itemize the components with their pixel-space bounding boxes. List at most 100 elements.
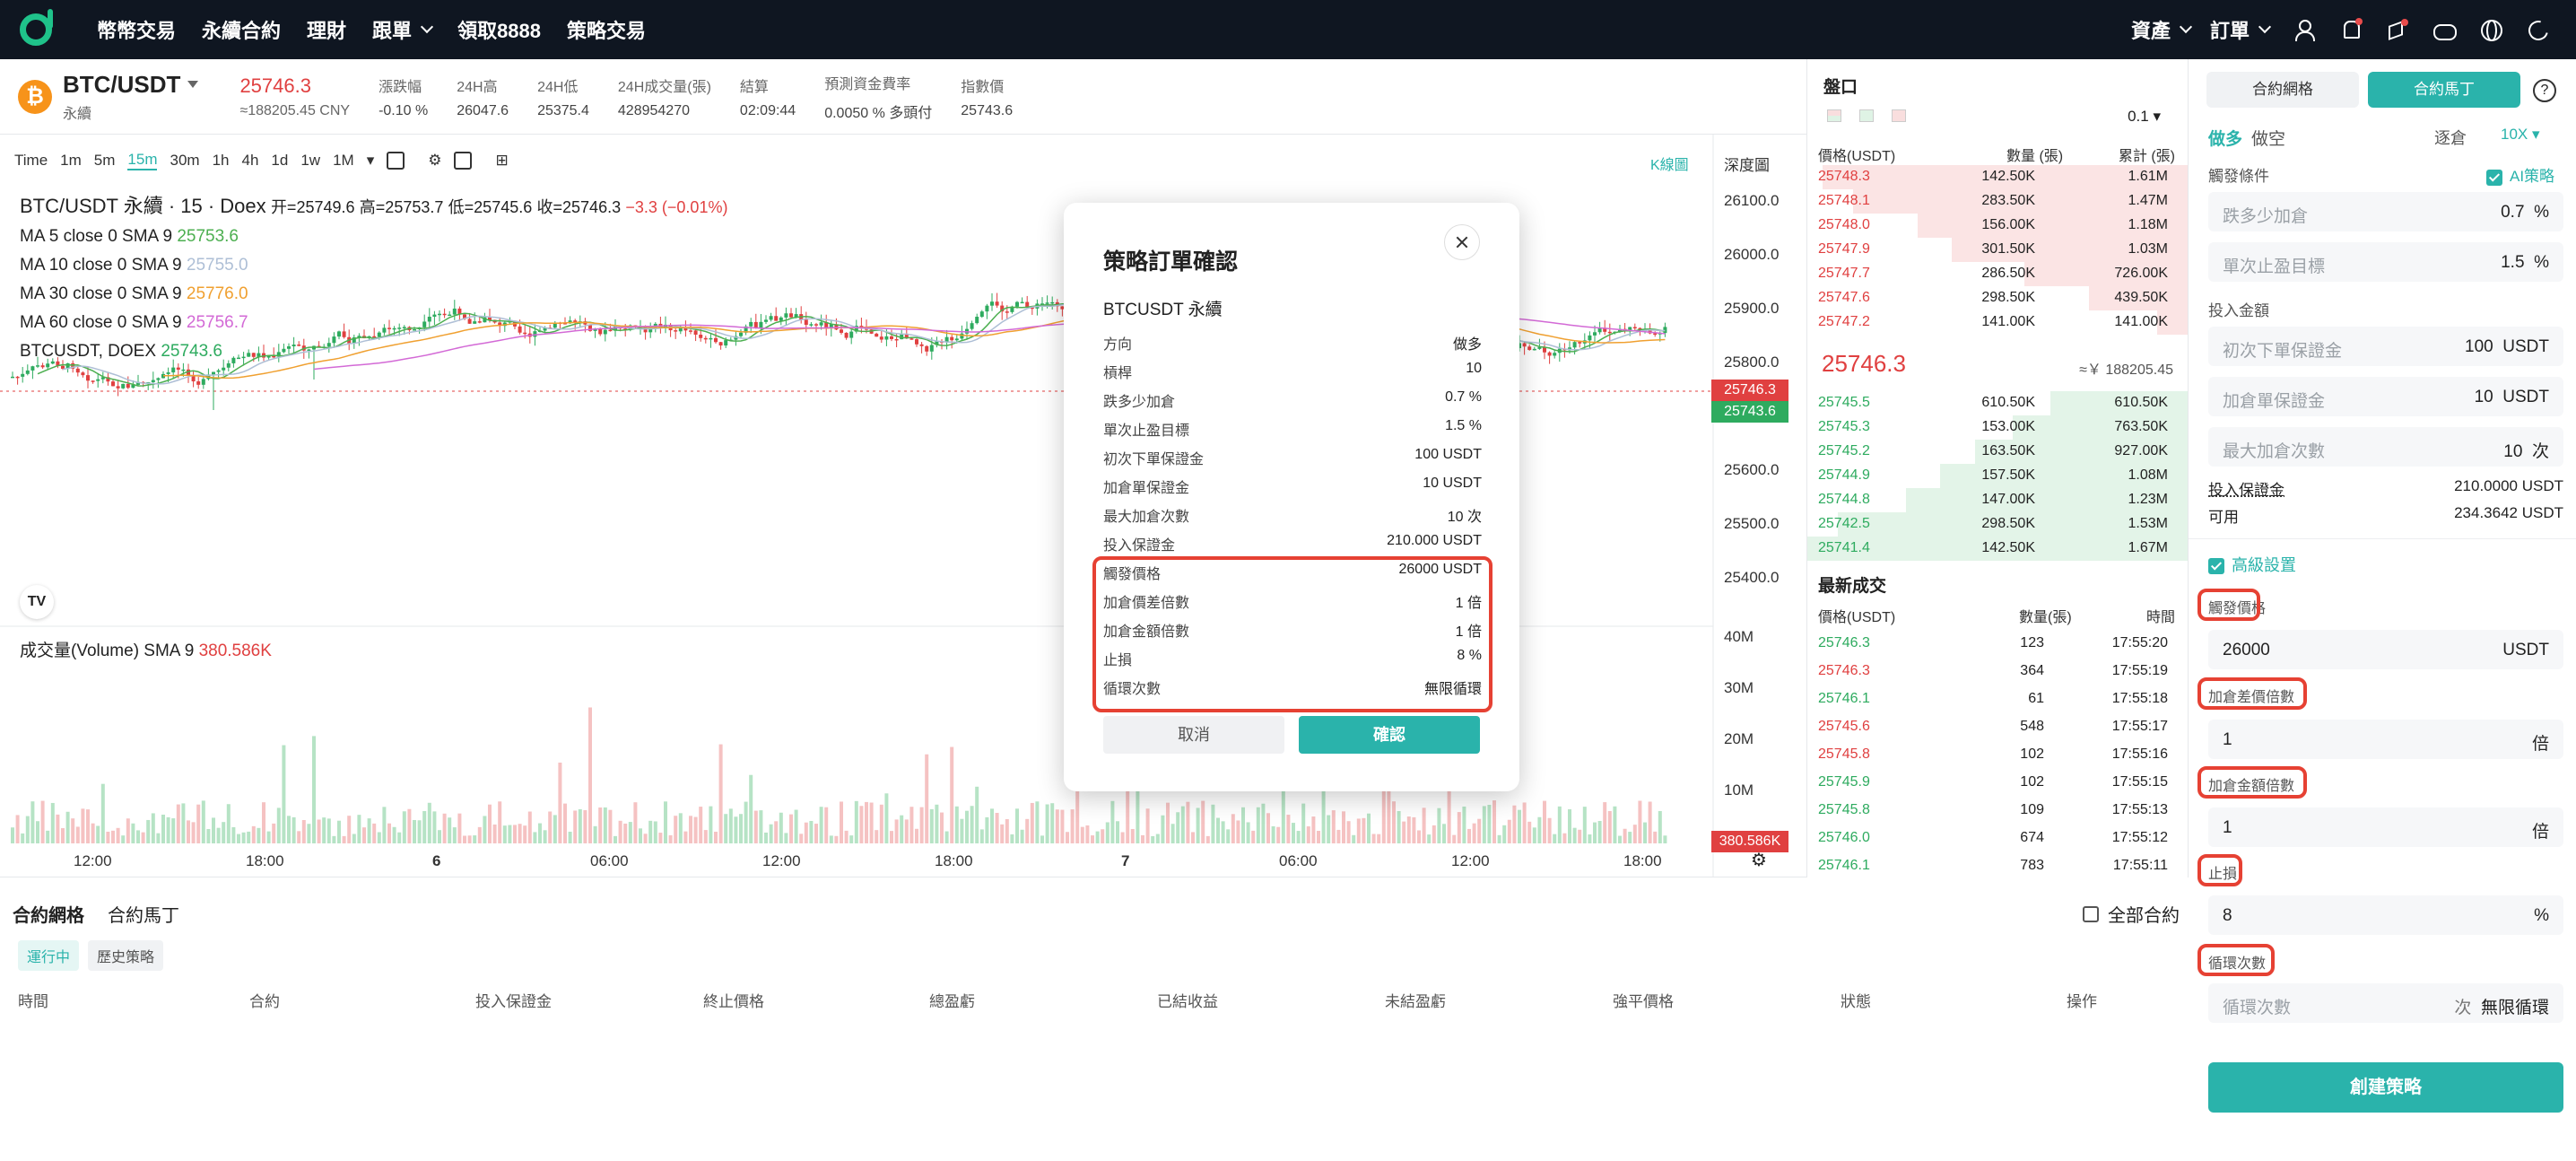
fullscreen-icon[interactable] <box>454 152 473 170</box>
tab-contract-martin[interactable]: 合約馬丁 <box>108 901 179 927</box>
initial-margin-input[interactable]: 初次下單保證金 100 USDT <box>2208 327 2563 366</box>
leverage-select[interactable]: 10X ▾ <box>2501 126 2540 144</box>
ask-row[interactable]: 25747.9 301.50K 1.03M <box>1807 238 2188 262</box>
ask-row[interactable]: 25747.2 141.00K 141.00K <box>1807 310 2188 335</box>
tab-martin[interactable]: 合約馬丁 <box>2368 72 2520 108</box>
ai-strategy-toggle[interactable]: AI策略 <box>2486 163 2554 186</box>
caret-down-icon[interactable]: ▾ <box>367 152 375 170</box>
bid-row[interactable]: 25745.5 610.50K 610.50K <box>1807 391 2188 415</box>
ask-row[interactable]: 25748.3 142.50K 1.61M <box>1807 165 2188 189</box>
loop-count-input[interactable]: 循環次數 次 無限循環 <box>2208 983 2563 1023</box>
view-bids-icon[interactable] <box>1859 109 1874 122</box>
volume-bar <box>1327 815 1331 843</box>
volume-bar <box>483 816 487 843</box>
all-contracts-checkbox[interactable]: 全部合約 <box>2083 901 2180 927</box>
ask-row[interactable]: 25747.7 286.50K 726.00K <box>1807 262 2188 286</box>
volume-bar <box>929 808 934 843</box>
tab-grid[interactable]: 合約網格 <box>2206 72 2359 108</box>
nav-spot[interactable]: 幣幣交易 <box>97 15 176 44</box>
pair-selector[interactable]: BTC/USDT 永續 <box>63 71 199 123</box>
user-icon[interactable] <box>2293 18 2316 41</box>
volume-bar <box>1110 800 1115 843</box>
volume-bar <box>317 819 321 843</box>
available-value: 234.3642 USDT <box>2454 504 2563 521</box>
kline-chart[interactable]: Time 1m 5m 15m 30m 1h 4h 1d 1w 1M ▾ ⚙ ⊞ … <box>0 135 1806 877</box>
orders-menu[interactable]: 訂單 <box>2210 15 2272 44</box>
tf-1d[interactable]: 1d <box>271 152 288 170</box>
gear-icon[interactable]: ⚙ <box>1751 849 1767 871</box>
stop-loss-input[interactable]: 8% <box>2208 895 2563 935</box>
take-profit-input[interactable]: 單次止盈目標 1.5 % <box>2208 242 2563 282</box>
advanced-settings-toggle[interactable]: 高級設置 <box>2208 553 2296 576</box>
long-button[interactable]: 做多 <box>2208 126 2242 150</box>
view-asks-icon[interactable] <box>1892 109 1906 122</box>
trigger-price-input[interactable]: 26000 USDT <box>2208 630 2563 669</box>
chip-history[interactable]: 歷史策略 <box>88 940 164 971</box>
bid-row[interactable]: 25744.8 147.00K 1.23M <box>1807 488 2188 512</box>
ask-row[interactable]: 25748.1 283.50K 1.47M <box>1807 189 2188 214</box>
volume-bar <box>1126 788 1130 843</box>
announcement-icon[interactable] <box>2386 18 2409 41</box>
row-qty: 147.00K <box>1981 492 2035 507</box>
tf-1h[interactable]: 1h <box>213 152 230 170</box>
tf-1M[interactable]: 1M <box>333 152 354 170</box>
tf-5m[interactable]: 5m <box>94 152 116 170</box>
view-both-icon[interactable] <box>1827 109 1841 122</box>
add-margin-input[interactable]: 加倉單保證金 10 USDT <box>2208 377 2563 416</box>
nav-finance[interactable]: 理財 <box>307 15 346 44</box>
max-add-times-input[interactable]: 最大加倉次數 10 次 <box>2208 427 2563 467</box>
download-icon[interactable] <box>2432 18 2457 41</box>
tf-time[interactable]: Time <box>14 152 48 170</box>
chip-running[interactable]: 運行中 <box>18 940 80 971</box>
globe-icon[interactable] <box>2479 18 2502 41</box>
stat-funding: 預測資金費率 0.0050 % 多頭付 <box>824 72 932 122</box>
create-strategy-button[interactable]: 創建策略 <box>2208 1062 2563 1113</box>
stat-value: 02:09:44 <box>739 102 796 118</box>
volume-bar <box>191 822 196 843</box>
tab-kline[interactable]: K線圖 <box>1650 153 1689 174</box>
bid-row[interactable]: 25744.9 157.50K 1.08M <box>1807 464 2188 488</box>
nav-perpetual[interactable]: 永續合約 <box>202 15 281 44</box>
logo-icon[interactable] <box>20 9 53 46</box>
volume-bar <box>287 816 291 843</box>
precision-select[interactable]: 0.1 ▾ <box>2128 108 2161 126</box>
bell-icon[interactable] <box>2339 18 2363 41</box>
tf-15m[interactable]: 15m <box>127 151 158 170</box>
indicator-icon[interactable] <box>387 152 405 170</box>
fall-add-input[interactable]: 跌多少加倉 0.7 % <box>2208 192 2563 231</box>
tf-1m[interactable]: 1m <box>60 152 82 170</box>
candle-body <box>96 379 100 381</box>
close-icon[interactable] <box>1444 224 1480 260</box>
nav-bonus[interactable]: 領取8888 <box>457 15 541 44</box>
confirm-button[interactable]: 確認 <box>1299 716 1480 754</box>
tab-depth[interactable]: 深度圖 <box>1724 153 1770 175</box>
add-amount-multiplier-input[interactable]: 1倍 <box>2208 807 2563 847</box>
volume-bar <box>367 818 371 843</box>
help-icon[interactable]: ? <box>2533 79 2556 102</box>
tab-contract-grid[interactable]: 合約網格 <box>13 901 84 927</box>
ask-row[interactable]: 25748.0 156.00K 1.18M <box>1807 214 2188 238</box>
layout-icon[interactable]: ⊞ <box>495 152 508 170</box>
bid-row[interactable]: 25745.2 163.50K 927.00K <box>1807 440 2188 464</box>
bid-row[interactable]: 25741.4 142.50K 1.67M <box>1807 537 2188 561</box>
candle-body <box>840 329 843 333</box>
tf-1w[interactable]: 1w <box>300 152 320 170</box>
tf-30m[interactable]: 30m <box>170 152 199 170</box>
nav-strategy[interactable]: 策略交易 <box>567 15 646 44</box>
margin-mode[interactable]: 逐倉 <box>2434 126 2467 149</box>
volume-bar <box>1095 831 1100 843</box>
nav-copy-trade[interactable]: 跟單 <box>372 15 434 44</box>
volume-bar <box>1462 806 1466 843</box>
row-qty: 153.00K <box>1981 419 2035 434</box>
assets-menu[interactable]: 資產 <box>2131 15 2193 44</box>
legend-ma60: MA 60 close 0 SMA 9 25756.7 <box>20 309 727 337</box>
add-gap-multiplier-input[interactable]: 1倍 <box>2208 720 2563 759</box>
ask-row[interactable]: 25747.6 298.50K 439.50K <box>1807 286 2188 310</box>
bid-row[interactable]: 25745.3 153.00K 763.50K <box>1807 415 2188 440</box>
tf-4h[interactable]: 4h <box>241 152 258 170</box>
cancel-button[interactable]: 取消 <box>1103 716 1284 754</box>
bid-row[interactable]: 25742.5 298.50K 1.53M <box>1807 512 2188 537</box>
theme-toggle-icon[interactable] <box>2526 18 2549 41</box>
settings-icon[interactable]: ⚙ <box>428 152 441 170</box>
short-button[interactable]: 做空 <box>2251 126 2285 150</box>
